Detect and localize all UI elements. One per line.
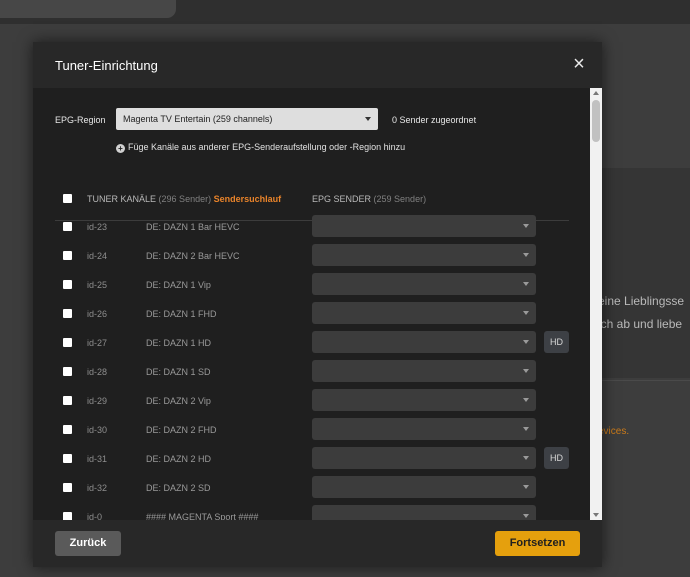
chevron-down-icon	[523, 340, 529, 344]
hd-button[interactable]: HD	[544, 331, 569, 353]
row-epg-select[interactable]	[312, 331, 536, 353]
row-checkbox[interactable]	[63, 425, 72, 434]
chevron-down-icon	[523, 311, 529, 315]
epg-region-label: EPG-Region	[55, 115, 106, 125]
row-epg-select[interactable]	[312, 244, 536, 266]
epg-channels-header: EPG SENDER (259 Sender)	[312, 194, 426, 204]
epg-region-select[interactable]: Magenta TV Entertain (259 channels)	[116, 108, 378, 130]
background-search-bar	[0, 0, 176, 18]
select-all-checkbox[interactable]	[63, 194, 72, 203]
epg-channels-count: (259 Sender)	[373, 194, 427, 204]
row-epg-select[interactable]	[312, 418, 536, 440]
row-channel-name: DE: DAZN 2 Bar HEVC	[146, 251, 240, 261]
scroll-up-icon[interactable]	[593, 91, 599, 95]
dialog-title: Tuner-Einrichtung	[55, 58, 158, 73]
background-divider	[600, 380, 690, 381]
tuner-channels-title: TUNER KANÄLE	[87, 194, 157, 204]
scroll-thumb[interactable]	[592, 100, 600, 142]
row-epg-select[interactable]	[312, 360, 536, 382]
dialog-body: EPG-Region Magenta TV Entertain (259 cha…	[33, 88, 602, 520]
chevron-down-icon	[523, 224, 529, 228]
plus-circle-icon: +	[116, 144, 125, 153]
tuner-channels-count: (296 Sender)	[158, 194, 212, 204]
background-panel	[600, 168, 690, 378]
row-checkbox[interactable]	[63, 280, 72, 289]
row-epg-select[interactable]	[312, 302, 536, 324]
close-icon[interactable]: ×	[570, 54, 588, 74]
back-button[interactable]: Zurück	[55, 531, 121, 556]
row-channel-name: DE: DAZN 1 SD	[146, 367, 211, 377]
row-channel-id: id-31	[87, 454, 108, 464]
row-channel-id: id-23	[87, 222, 108, 232]
row-epg-select[interactable]	[312, 476, 536, 498]
background-text-2: ich ab und liebe	[598, 317, 683, 331]
row-checkbox[interactable]	[63, 338, 72, 347]
tuner-channels-header: TUNER KANÄLE (296 Sender) Sendersuchlauf	[87, 194, 281, 204]
row-epg-select[interactable]	[312, 273, 536, 295]
row-channel-id: id-32	[87, 483, 108, 493]
row-channel-name: DE: DAZN 2 HD	[146, 454, 212, 464]
channel-scan-link[interactable]: Sendersuchlauf	[214, 194, 282, 204]
chevron-down-icon	[523, 398, 529, 402]
row-epg-select[interactable]	[312, 389, 536, 411]
dialog-footer: Zurück Fortsetzen	[33, 520, 602, 567]
row-channel-id: id-25	[87, 280, 108, 290]
continue-button[interactable]: Fortsetzen	[495, 531, 580, 556]
row-channel-id: id-30	[87, 425, 108, 435]
row-checkbox[interactable]	[63, 512, 72, 520]
row-checkbox[interactable]	[63, 251, 72, 260]
chevron-down-icon	[365, 117, 371, 121]
chevron-down-icon	[523, 282, 529, 286]
background-text-1: eine Lieblingsse	[598, 294, 685, 308]
row-channel-name: DE: DAZN 1 FHD	[146, 309, 217, 319]
add-channels-link[interactable]: + Füge Kanäle aus anderer EPG-Senderaufst…	[116, 142, 405, 153]
row-epg-select[interactable]	[312, 447, 536, 469]
hd-button[interactable]: HD	[544, 447, 569, 469]
row-checkbox[interactable]	[63, 454, 72, 463]
dialog-header: Tuner-Einrichtung ×	[33, 42, 602, 88]
row-checkbox[interactable]	[63, 396, 72, 405]
row-channel-id: id-27	[87, 338, 108, 348]
row-checkbox[interactable]	[63, 309, 72, 318]
row-checkbox[interactable]	[63, 222, 72, 231]
chevron-down-icon	[523, 485, 529, 489]
row-channel-id: id-0	[87, 512, 103, 520]
scroll-down-icon[interactable]	[593, 513, 599, 517]
row-channel-name: DE: DAZN 1 Bar HEVC	[146, 222, 240, 232]
add-channels-label: Füge Kanäle aus anderer EPG-Senderaufste…	[128, 142, 406, 152]
chevron-down-icon	[523, 514, 529, 518]
epg-region-value: Magenta TV Entertain (259 channels)	[123, 114, 273, 124]
row-channel-name: DE: DAZN 2 FHD	[146, 425, 217, 435]
row-channel-name: DE: DAZN 1 Vip	[146, 280, 211, 290]
row-channel-name: DE: DAZN 2 Vip	[146, 396, 211, 406]
row-epg-select[interactable]	[312, 215, 536, 237]
chevron-down-icon	[523, 427, 529, 431]
row-checkbox[interactable]	[63, 483, 72, 492]
row-channel-id: id-29	[87, 396, 108, 406]
row-channel-name: DE: DAZN 2 SD	[146, 483, 211, 493]
row-epg-select[interactable]	[312, 505, 536, 520]
vertical-scrollbar[interactable]	[590, 88, 602, 520]
epg-channels-title: EPG SENDER	[312, 194, 372, 204]
row-channel-name: #### MAGENTA Sport ####	[146, 512, 259, 520]
row-channel-id: id-24	[87, 251, 108, 261]
row-channel-id: id-26	[87, 309, 108, 319]
tuner-setup-dialog: Tuner-Einrichtung × EPG-Region Magenta T…	[33, 42, 602, 567]
chevron-down-icon	[523, 253, 529, 257]
row-channel-name: DE: DAZN 1 HD	[146, 338, 212, 348]
row-checkbox[interactable]	[63, 367, 72, 376]
chevron-down-icon	[523, 369, 529, 373]
chevron-down-icon	[523, 456, 529, 460]
row-channel-id: id-28	[87, 367, 108, 377]
background-link: evices.	[598, 426, 630, 437]
assigned-count: 0 Sender zugeordnet	[392, 115, 477, 125]
